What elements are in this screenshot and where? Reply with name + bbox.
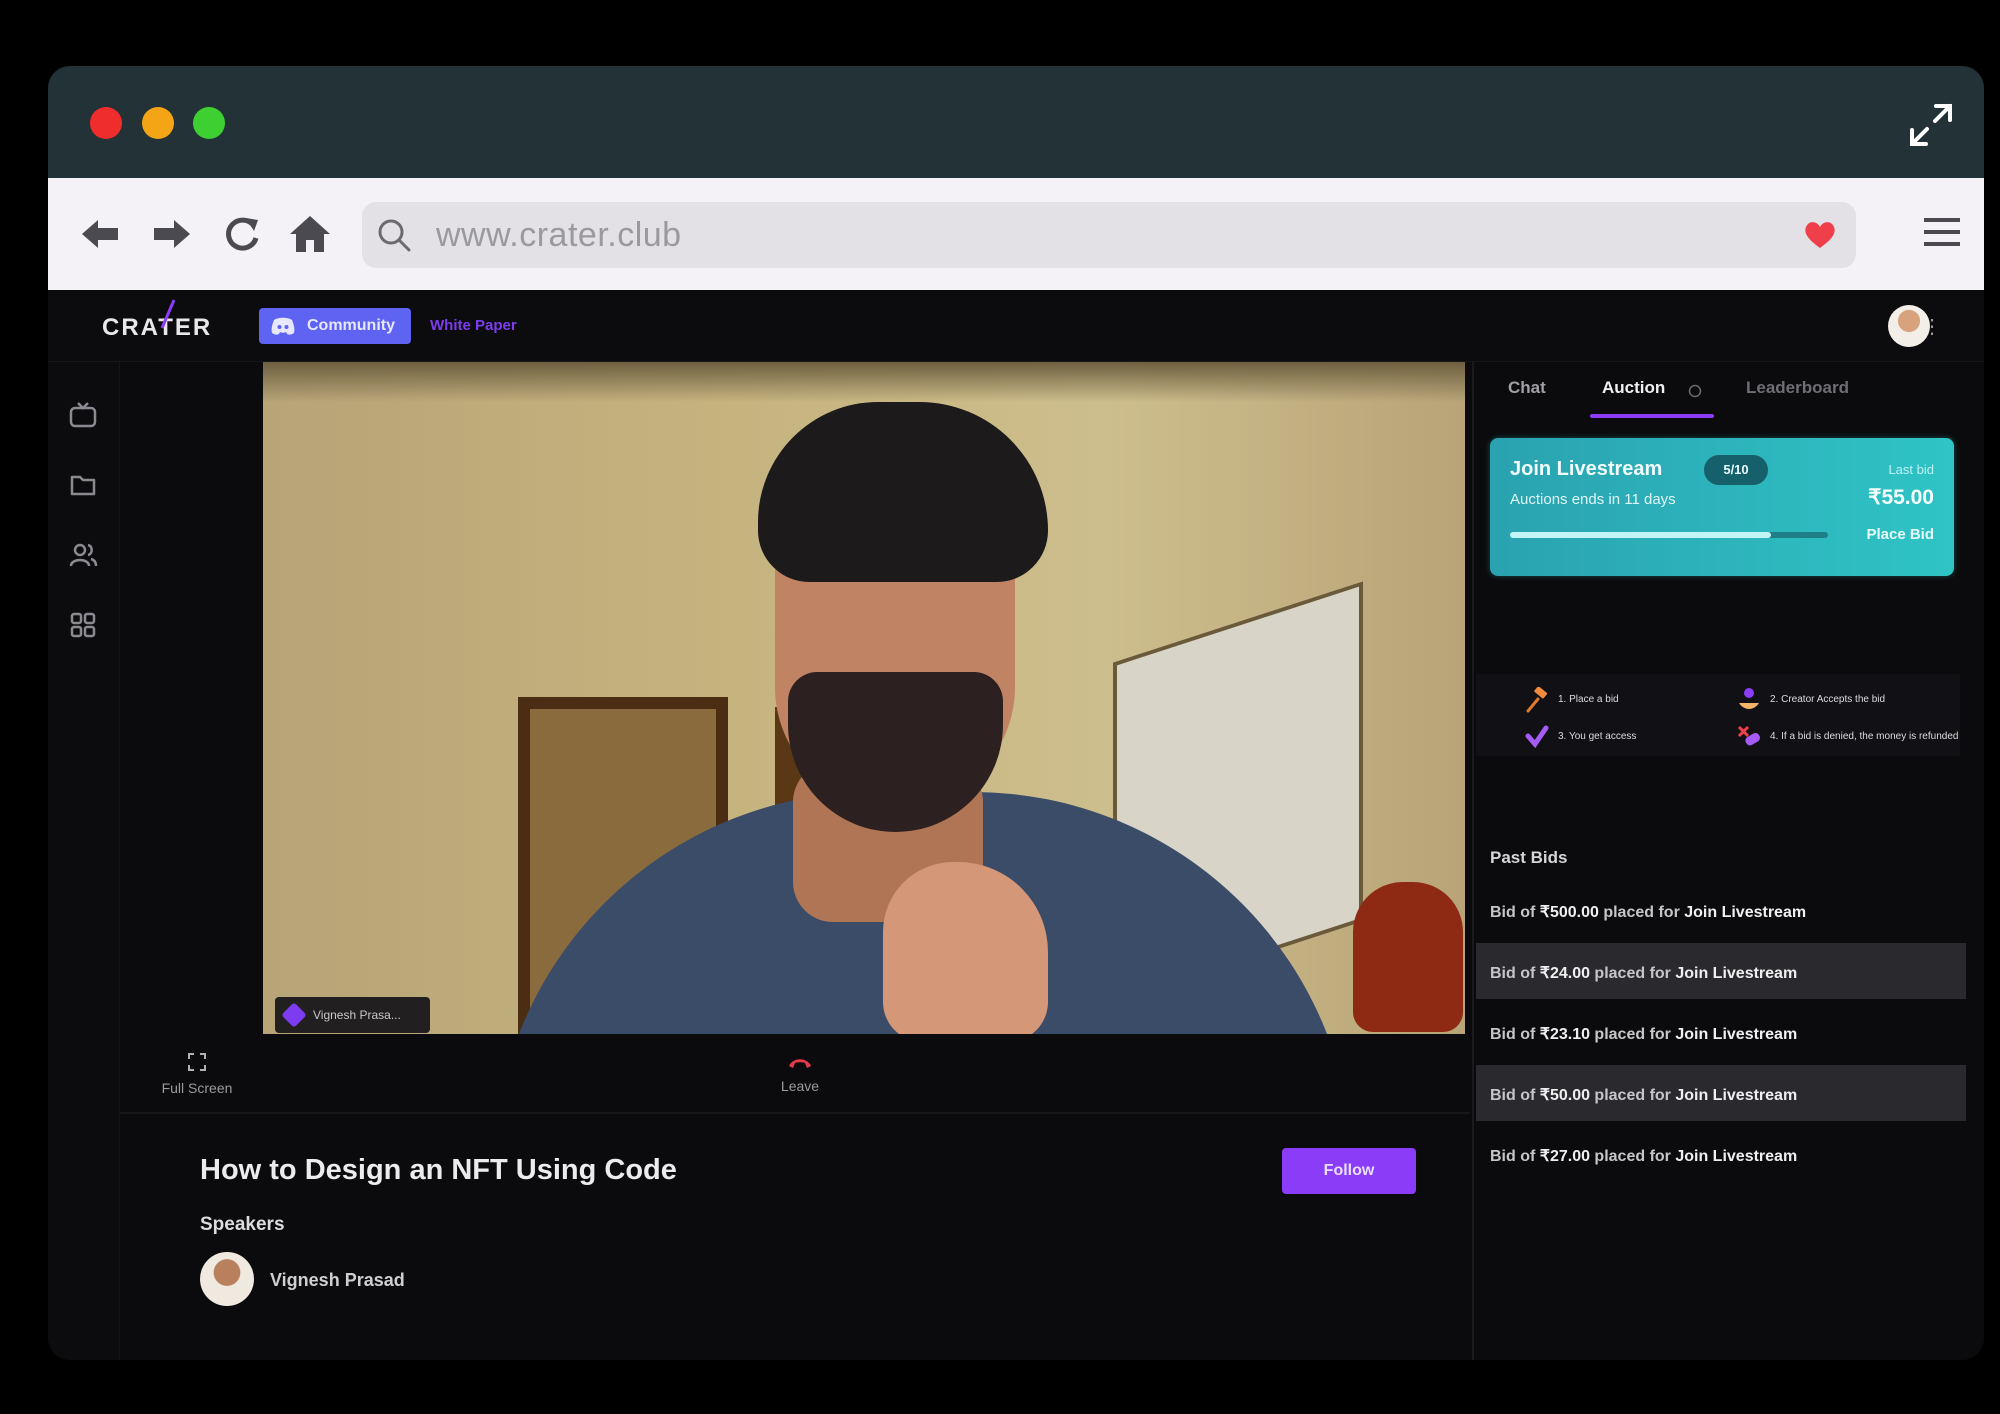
bid-row: Bid of ₹24.00 placed for Join Livestream [1476,943,1966,999]
place-bid-button[interactable]: Place Bid [1866,526,1934,543]
auction-card[interactable]: Join Livestream 5/10 Auctions ends in 11… [1490,438,1954,576]
home-icon[interactable] [288,212,332,256]
session-title: How to Design an NFT Using Code [200,1154,677,1186]
bid-row: Bid of ₹50.00 placed for Join Livestream [1476,1065,1966,1121]
fullscreen-label: Full Screen [161,1080,233,1096]
more-options-icon[interactable]: ⋮ [1922,314,1942,339]
tv-icon[interactable] [68,400,98,430]
crater-app: CRATER Community White Paper ⋮ Vignesh P… [48,290,1984,1360]
expand-icon[interactable] [1908,102,1954,148]
reload-icon[interactable] [220,212,264,256]
refund-icon [1737,725,1760,746]
hamburger-menu-icon[interactable] [1922,212,1962,252]
search-icon [378,219,411,252]
creator-icon [1739,688,1759,709]
past-bids-heading: Past Bids [1490,848,1568,867]
participant-name: Vignesh Prasa... [313,1008,401,1022]
bid-row: Bid of ₹500.00 placed for Join Livestrea… [1490,904,1807,921]
speaker-name[interactable]: Vignesh Prasad [270,1270,405,1291]
heart-icon[interactable] [1804,220,1836,250]
auction-ends-text: Auctions ends in 11 days [1510,491,1676,508]
folder-icon[interactable] [68,470,98,500]
hang-up-icon [789,1059,811,1068]
auction-progress-fill [1510,532,1771,538]
minimize-window-button[interactable] [142,107,174,139]
livestream-video[interactable]: Vignesh Prasa... [263,362,1465,1034]
info-icon[interactable] [1688,384,1702,398]
forward-arrow-icon[interactable] [150,212,194,256]
video-controls: Full Screen Leave [120,1038,1470,1114]
participant-nametag: Vignesh Prasa... [275,997,430,1033]
left-sidebar [48,362,120,1360]
close-window-button[interactable] [90,107,122,139]
tab-leaderboard[interactable]: Leaderboard [1746,378,1849,398]
video-pane: Vignesh Prasa... [120,362,1470,1038]
discord-icon [271,317,295,335]
maximize-window-button[interactable] [193,107,225,139]
fullscreen-icon [188,1053,206,1071]
community-button[interactable]: Community [259,308,411,344]
last-bid-value: ₹55.00 [1868,486,1934,509]
last-bid-label: Last bid [1888,462,1934,477]
white-paper-link[interactable]: White Paper [430,317,517,334]
leave-label: Leave [780,1078,820,1094]
tab-chat[interactable]: Chat [1508,378,1546,398]
back-arrow-icon[interactable] [78,212,122,256]
session-info: How to Design an NFT Using Code Follow S… [120,1116,1470,1360]
fullscreen-button[interactable]: Full Screen [142,1052,252,1096]
bid-row: Bid of ₹23.10 placed for Join Livestream [1490,1026,1798,1043]
active-tab-indicator [1590,414,1714,418]
tab-auction[interactable]: Auction [1602,378,1665,398]
auction-count-badge: 5/10 [1704,455,1768,485]
browser-window: www.crater.club CRATER Community White P… [48,66,1984,1360]
speaker-avatar[interactable] [200,1252,254,1306]
address-bar[interactable]: www.crater.club [362,202,1856,268]
grid-icon[interactable] [68,610,98,640]
gavel-icon [1526,687,1548,713]
users-icon[interactable] [68,540,98,570]
logo-accent-icon [160,299,176,329]
participant-badge-icon [281,1002,307,1028]
window-titlebar [48,66,1984,178]
community-label: Community [307,317,395,334]
bid-row: Bid of ₹27.00 placed for Join Livestream [1490,1148,1798,1165]
browser-toolbar: www.crater.club [48,178,1984,290]
auction-title: Join Livestream [1510,458,1663,480]
app-navbar: CRATER Community White Paper ⋮ [48,290,1984,362]
speakers-heading: Speakers [200,1214,285,1235]
auction-progress-bar [1510,532,1828,538]
leave-button[interactable]: Leave [770,1054,830,1094]
url-text[interactable]: www.crater.club [436,216,682,255]
auction-steps: 1. Place a bid 2. Creator Accepts the bi… [1476,674,1960,756]
check-icon [1525,725,1549,749]
right-panel: Chat Auction Leaderboard Join Livestream… [1472,362,1984,1360]
follow-button[interactable]: Follow [1282,1148,1416,1194]
